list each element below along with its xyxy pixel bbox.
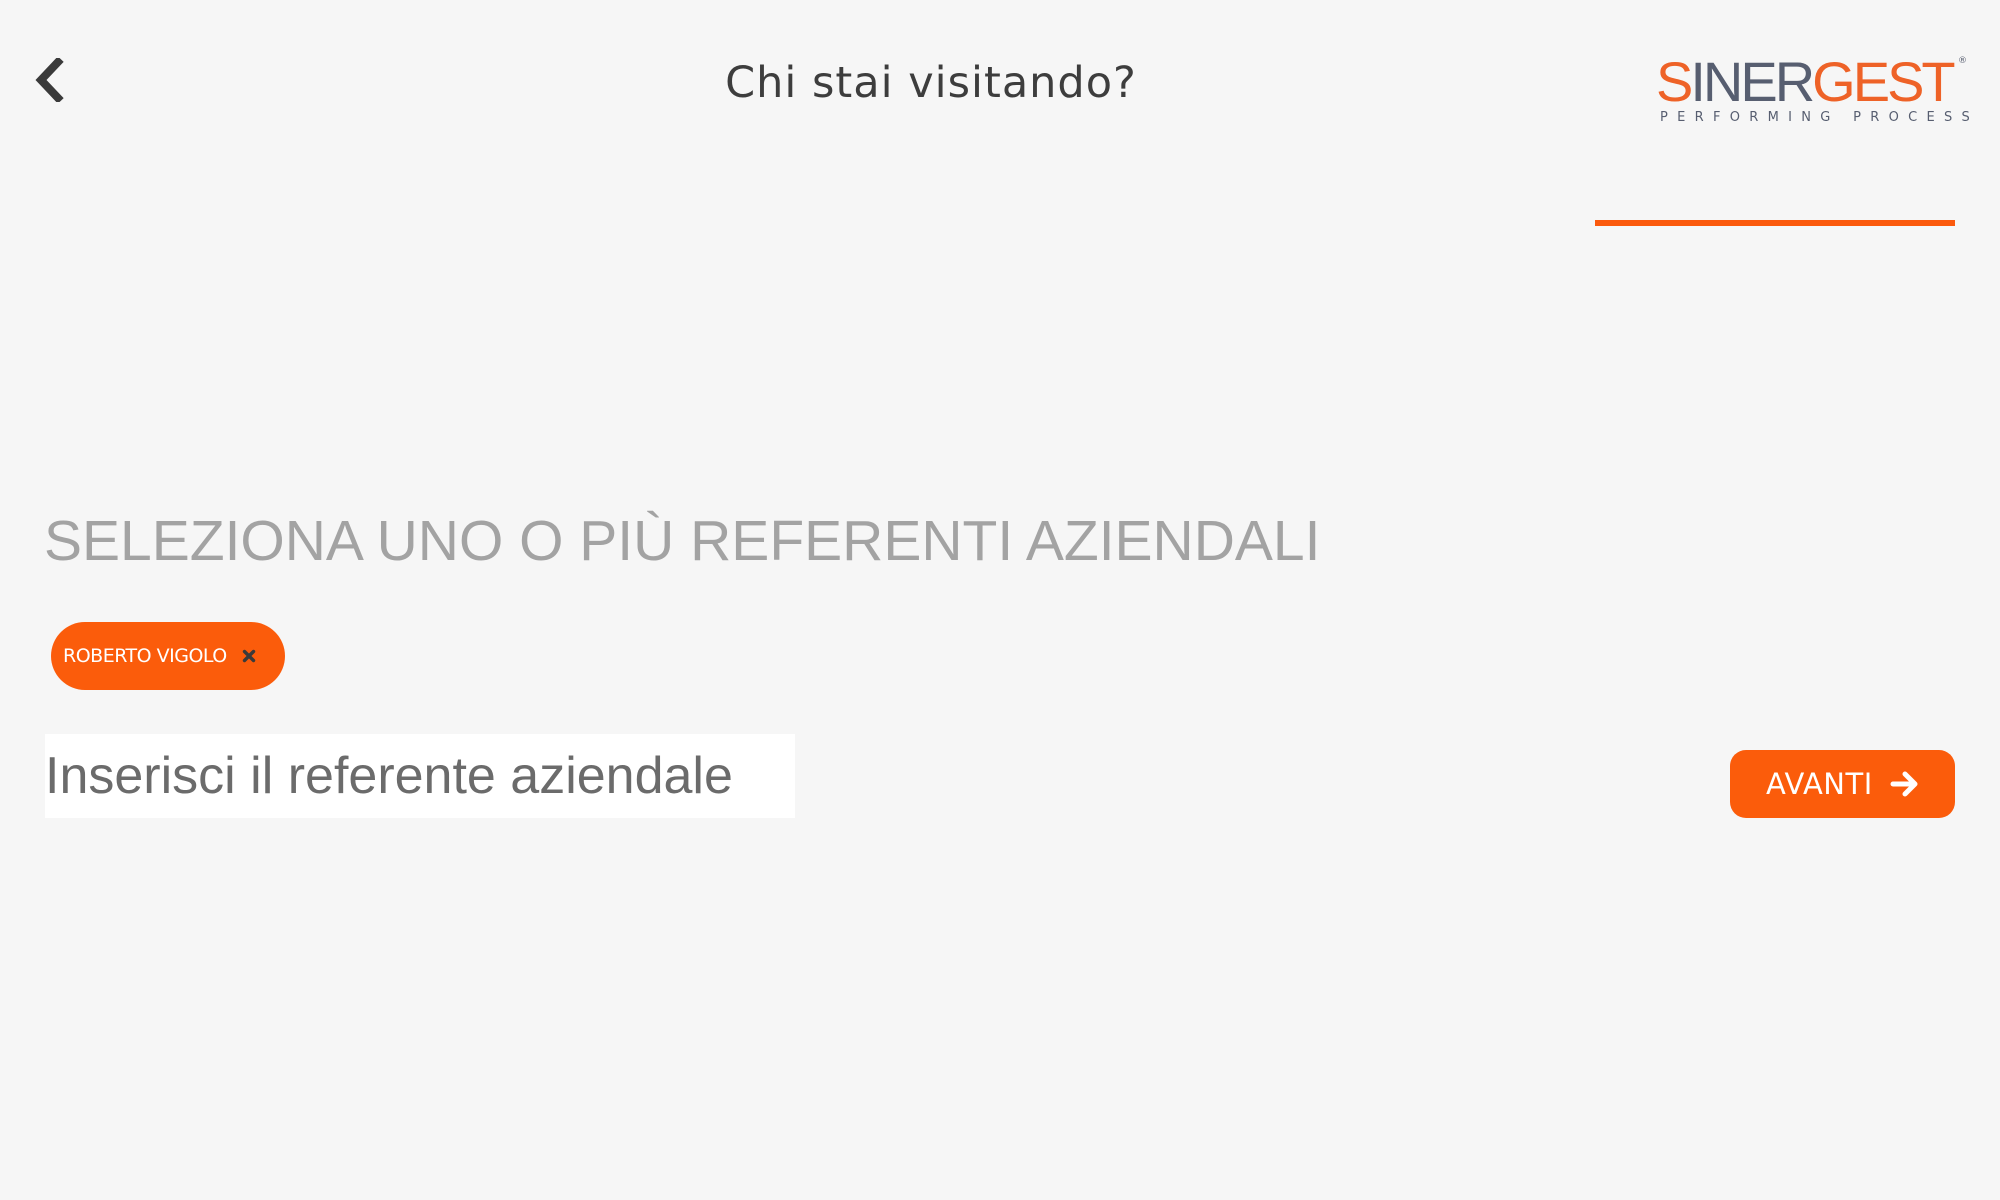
next-button-label: AVANTI	[1766, 767, 1873, 801]
referent-search-input[interactable]	[45, 734, 795, 818]
close-icon	[242, 649, 256, 663]
logo-wordmark-s: S	[1656, 50, 1693, 113]
logo-registered-mark: ®	[1958, 56, 1967, 66]
next-button[interactable]: AVANTI	[1730, 750, 1955, 818]
arrow-right-icon	[1890, 771, 1918, 797]
step-progress-fill	[1595, 220, 1955, 226]
remove-referent-button[interactable]	[239, 646, 259, 666]
logo-wordmark-gest: GEST	[1812, 50, 1955, 113]
page-title: Chi stai visitando?	[725, 58, 1137, 108]
step-progress-bar	[1595, 220, 1955, 226]
logo-wordmark-iner: INER	[1690, 50, 1815, 113]
logo-tagline: PERFORMING PROCESS	[1660, 110, 1980, 125]
selected-referent-chip: ROBERTO VIGOLO	[51, 622, 285, 690]
sinergest-logo: SINERGEST ® PERFORMING PROCESS	[1656, 50, 1970, 128]
section-heading: SELEZIONA UNO O PIÙ REFERENTI AZIENDALI	[44, 509, 1321, 573]
selected-referent-label: ROBERTO VIGOLO	[63, 645, 227, 667]
logo-wordmark: SINERGEST	[1656, 50, 1956, 113]
